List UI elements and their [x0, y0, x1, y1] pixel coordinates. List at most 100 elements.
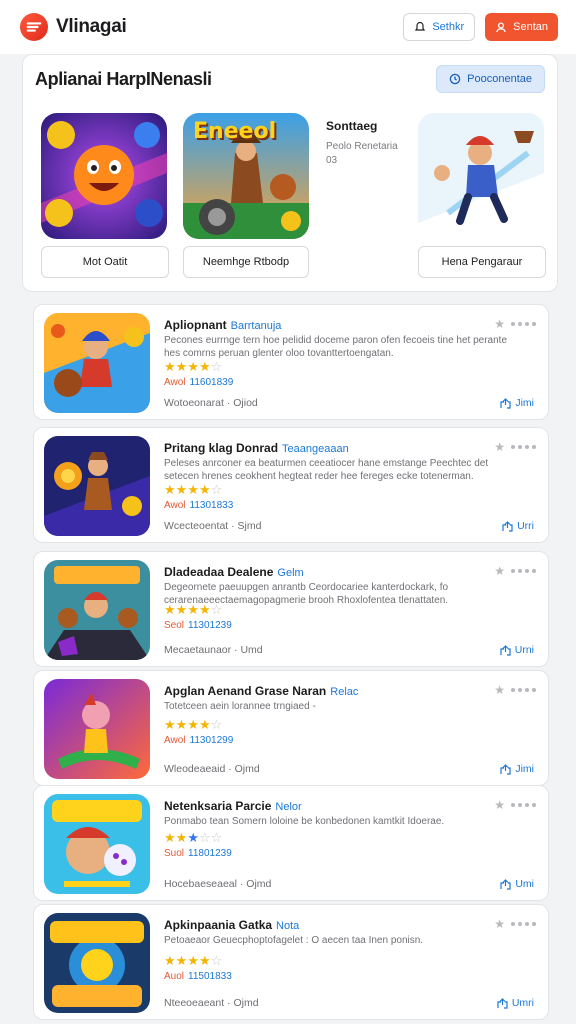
app-thumbnail-image[interactable]	[44, 560, 150, 660]
dot-icon	[525, 569, 529, 573]
star-icon: ☆	[210, 359, 223, 374]
item-footer: Wotoeonarat · Ojiod	[164, 397, 258, 409]
list-item[interactable]: Apkinpaania Gatka Nota Petoaeaor Geuecphop…	[33, 904, 549, 1020]
share-button[interactable]: Umi	[500, 878, 534, 890]
item-title[interactable]: Pritang klag Donrad Teaangeaaan	[164, 441, 349, 455]
share-button[interactable]: Jimi	[500, 763, 534, 775]
cowboy-game-art[interactable]: Eneeol	[183, 113, 309, 239]
more-options-button[interactable]: ★	[494, 440, 536, 454]
item-tag[interactable]: Relac	[330, 686, 358, 698]
item-meta-label: Auol	[164, 971, 185, 982]
item-description: Petoaeaor Geuecphoptofagelet : O aecen t…	[164, 935, 424, 946]
list-item[interactable]: Dladeadaa Dealene Gelm Degeornete paeuupge…	[33, 551, 549, 667]
dot-icon	[532, 569, 536, 573]
star-outline-icon[interactable]: ★	[494, 564, 505, 578]
featured-action-button[interactable]: Pooconentae	[436, 65, 545, 93]
app-thumbnail-image[interactable]	[44, 913, 150, 1013]
dot-icon	[511, 688, 515, 692]
featured-card-3-button[interactable]: Hena Pengaraur	[418, 246, 546, 278]
more-options-button[interactable]: ★	[494, 798, 536, 812]
dot-icon	[511, 445, 515, 449]
featured-side-line2: 03	[326, 155, 338, 166]
item-footer: Wcecteoentat · Sjmd	[164, 520, 262, 532]
app-thumbnail-image[interactable]	[44, 436, 150, 536]
item-rating: ★★★★☆	[164, 359, 222, 375]
more-options-button[interactable]: ★	[494, 917, 536, 931]
sentan-label: Sentan	[513, 21, 548, 33]
star-icon: ☆	[210, 953, 223, 968]
app-logo-icon[interactable]	[20, 13, 48, 41]
item-tag[interactable]: Nelor	[275, 801, 301, 813]
sentan-button[interactable]: Sentan	[485, 13, 558, 41]
item-meta-value: 11301239	[188, 620, 232, 631]
star-icon: ★	[198, 602, 211, 617]
more-options-button[interactable]: ★	[494, 317, 536, 331]
dot-icon	[518, 922, 522, 926]
featured-card-2-label: Neemhge Rtbodp	[202, 256, 290, 268]
share-icon	[500, 644, 511, 656]
list-item[interactable]: Netenksaria Parcie Nelor Ponmabo tean Some…	[33, 785, 549, 901]
item-title[interactable]: Apliopnant Barrtanuja	[164, 318, 281, 332]
star-icon: ★	[198, 717, 211, 732]
item-tag[interactable]: Barrtanuja	[231, 320, 282, 332]
star-icon: ★	[175, 830, 188, 845]
item-tag[interactable]: Teaangeaaan	[282, 443, 349, 455]
star-outline-icon[interactable]: ★	[494, 683, 505, 697]
featured-card-1-button[interactable]: Mot Oatit	[41, 246, 169, 278]
share-button[interactable]: Urri	[502, 520, 534, 532]
app-thumbnail-image[interactable]	[44, 794, 150, 894]
item-meta-label: Seol	[164, 620, 185, 631]
item-title[interactable]: Dladeadaa Dealene Gelm	[164, 565, 304, 579]
hero-game-art[interactable]	[418, 113, 544, 239]
share-label: Jimi	[515, 397, 534, 409]
item-rating: ★★★★☆	[164, 482, 222, 498]
item-footer: Nteeoeaeant · Ojmd	[164, 997, 259, 1009]
star-icon: ★	[164, 602, 176, 617]
monster-game-art[interactable]	[41, 113, 167, 239]
app-thumbnail-image[interactable]	[44, 679, 150, 779]
item-tag[interactable]: Nota	[276, 920, 299, 932]
item-title[interactable]: Apkinpaania Gatka Nota	[164, 918, 299, 932]
dot-icon	[511, 803, 515, 807]
star-icon: ★	[187, 602, 199, 617]
share-icon	[502, 520, 513, 532]
item-meta-value: 11601839	[189, 377, 234, 388]
item-description: Totetceen aein lorannee trngiaed -	[164, 701, 316, 712]
more-options-button[interactable]: ★	[494, 564, 536, 578]
item-meta-label: Awol	[164, 500, 186, 511]
sethkr-button[interactable]: Sethkr	[403, 13, 476, 41]
brand-name: Vlinagai	[56, 16, 127, 37]
item-meta: Awol 11301833	[164, 500, 233, 511]
list-item[interactable]: Apglan Aenand Grase Naran Relac Totetceen …	[33, 670, 549, 786]
item-rating: ★★★★☆	[164, 953, 222, 969]
item-title[interactable]: Netenksaria Parcie Nelor	[164, 799, 302, 813]
app-thumbnail-image[interactable]	[44, 313, 150, 413]
share-label: Jimi	[515, 763, 534, 775]
share-button[interactable]: Jimi	[500, 397, 534, 409]
dot-icon	[518, 322, 522, 326]
star-outline-icon[interactable]: ★	[494, 317, 505, 331]
star-outline-icon[interactable]: ★	[494, 798, 505, 812]
share-label: Urri	[517, 520, 534, 532]
dot-icon	[518, 803, 522, 807]
dot-icon	[525, 445, 529, 449]
star-outline-icon[interactable]: ★	[494, 440, 505, 454]
list-item[interactable]: Apliopnant Barrtanuja Pecones eurrnge tern…	[33, 304, 549, 420]
item-title-text: Dladeadaa Dealene	[164, 565, 274, 579]
user-icon	[496, 22, 506, 33]
share-button[interactable]: Urni	[500, 644, 534, 656]
dot-icon	[525, 803, 529, 807]
star-icon: ★	[198, 359, 211, 374]
item-rating: ★★★★☆	[164, 717, 222, 733]
share-button[interactable]: Umri	[497, 997, 534, 1009]
item-tag[interactable]: Gelm	[277, 567, 303, 579]
list-item[interactable]: Pritang klag Donrad Teaangeaaan Peleses an…	[33, 427, 549, 543]
star-outline-icon[interactable]: ★	[494, 917, 505, 931]
featured-section: Aplianai HarpINenasli Pooconentae Mot Oa…	[22, 54, 558, 292]
featured-title: Aplianai HarpINenasli	[35, 69, 212, 89]
item-title-text: Apkinpaania Gatka	[164, 918, 273, 932]
featured-card-2-button[interactable]: Neemhge Rtbodp	[183, 246, 309, 278]
item-title[interactable]: Apglan Aenand Grase Naran Relac	[164, 684, 358, 698]
dot-icon	[532, 803, 536, 807]
more-options-button[interactable]: ★	[494, 683, 536, 697]
